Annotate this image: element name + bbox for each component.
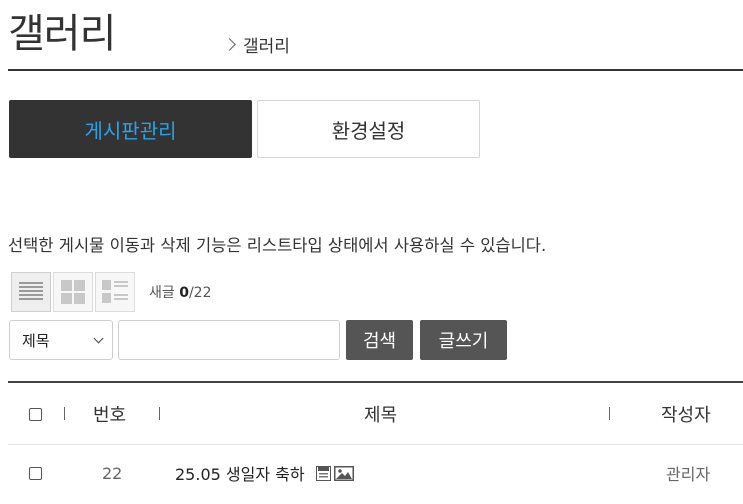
gallery-view-button[interactable] [53, 272, 93, 312]
chevron-down-icon [93, 333, 104, 344]
column-divider [64, 407, 65, 420]
notice-text: 선택한 게시물 이동과 삭제 기능은 리스트타입 상태에서 사용하실 수 있습니… [8, 236, 547, 255]
chevron-right-icon [223, 38, 236, 51]
webzine-view-button[interactable] [95, 272, 135, 312]
column-header-number: 번호 [93, 405, 127, 426]
column-divider [609, 407, 610, 420]
search-field-selected: 제목 [22, 331, 50, 350]
new-posts-count: 0 [179, 285, 189, 301]
list-view-icon [19, 282, 43, 300]
row-number: 22 [102, 463, 123, 483]
row-author: 관리자 [666, 465, 711, 484]
tab-settings[interactable]: 환경설정 [257, 100, 480, 158]
breadcrumb-current: 갤러리 [243, 37, 290, 57]
title-divider [8, 69, 743, 71]
tab-settings-label: 환경설정 [331, 118, 406, 143]
row-checkbox-cell[interactable] [29, 445, 42, 501]
webzine-view-icon [102, 280, 128, 303]
search-input[interactable] [118, 320, 340, 360]
file-icon [315, 465, 331, 481]
gallery-view-icon [61, 280, 85, 304]
image-icon [333, 465, 354, 481]
column-header-author: 작성자 [661, 405, 711, 426]
breadcrumb-blank [126, 30, 220, 58]
row-title-cell[interactable]: 25.05 생일자 축하 [175, 445, 354, 501]
search-button[interactable]: 검색 [346, 320, 413, 360]
page-title: 갤러리 [8, 11, 116, 57]
tab-board-management-label: 게시판관리 [84, 118, 177, 143]
list-view-button[interactable] [11, 272, 51, 312]
row-title-link[interactable]: 25.05 생일자 축하 [175, 461, 305, 485]
search-field-select[interactable]: 제목 [9, 320, 113, 360]
select-all-checkbox-cell[interactable] [29, 383, 42, 445]
tab-board-management[interactable]: 게시판관리 [9, 100, 252, 158]
breadcrumb: 갤러리 [223, 32, 290, 57]
select-all-checkbox[interactable] [29, 407, 42, 421]
new-posts-label: 새글 [149, 285, 175, 301]
write-button[interactable]: 글쓰기 [420, 320, 507, 360]
column-divider [159, 407, 160, 420]
column-header-title: 제목 [364, 405, 398, 426]
post-count: 새글 0/22 [149, 282, 212, 302]
total-posts: /22 [188, 285, 212, 301]
row-checkbox[interactable] [29, 466, 42, 480]
